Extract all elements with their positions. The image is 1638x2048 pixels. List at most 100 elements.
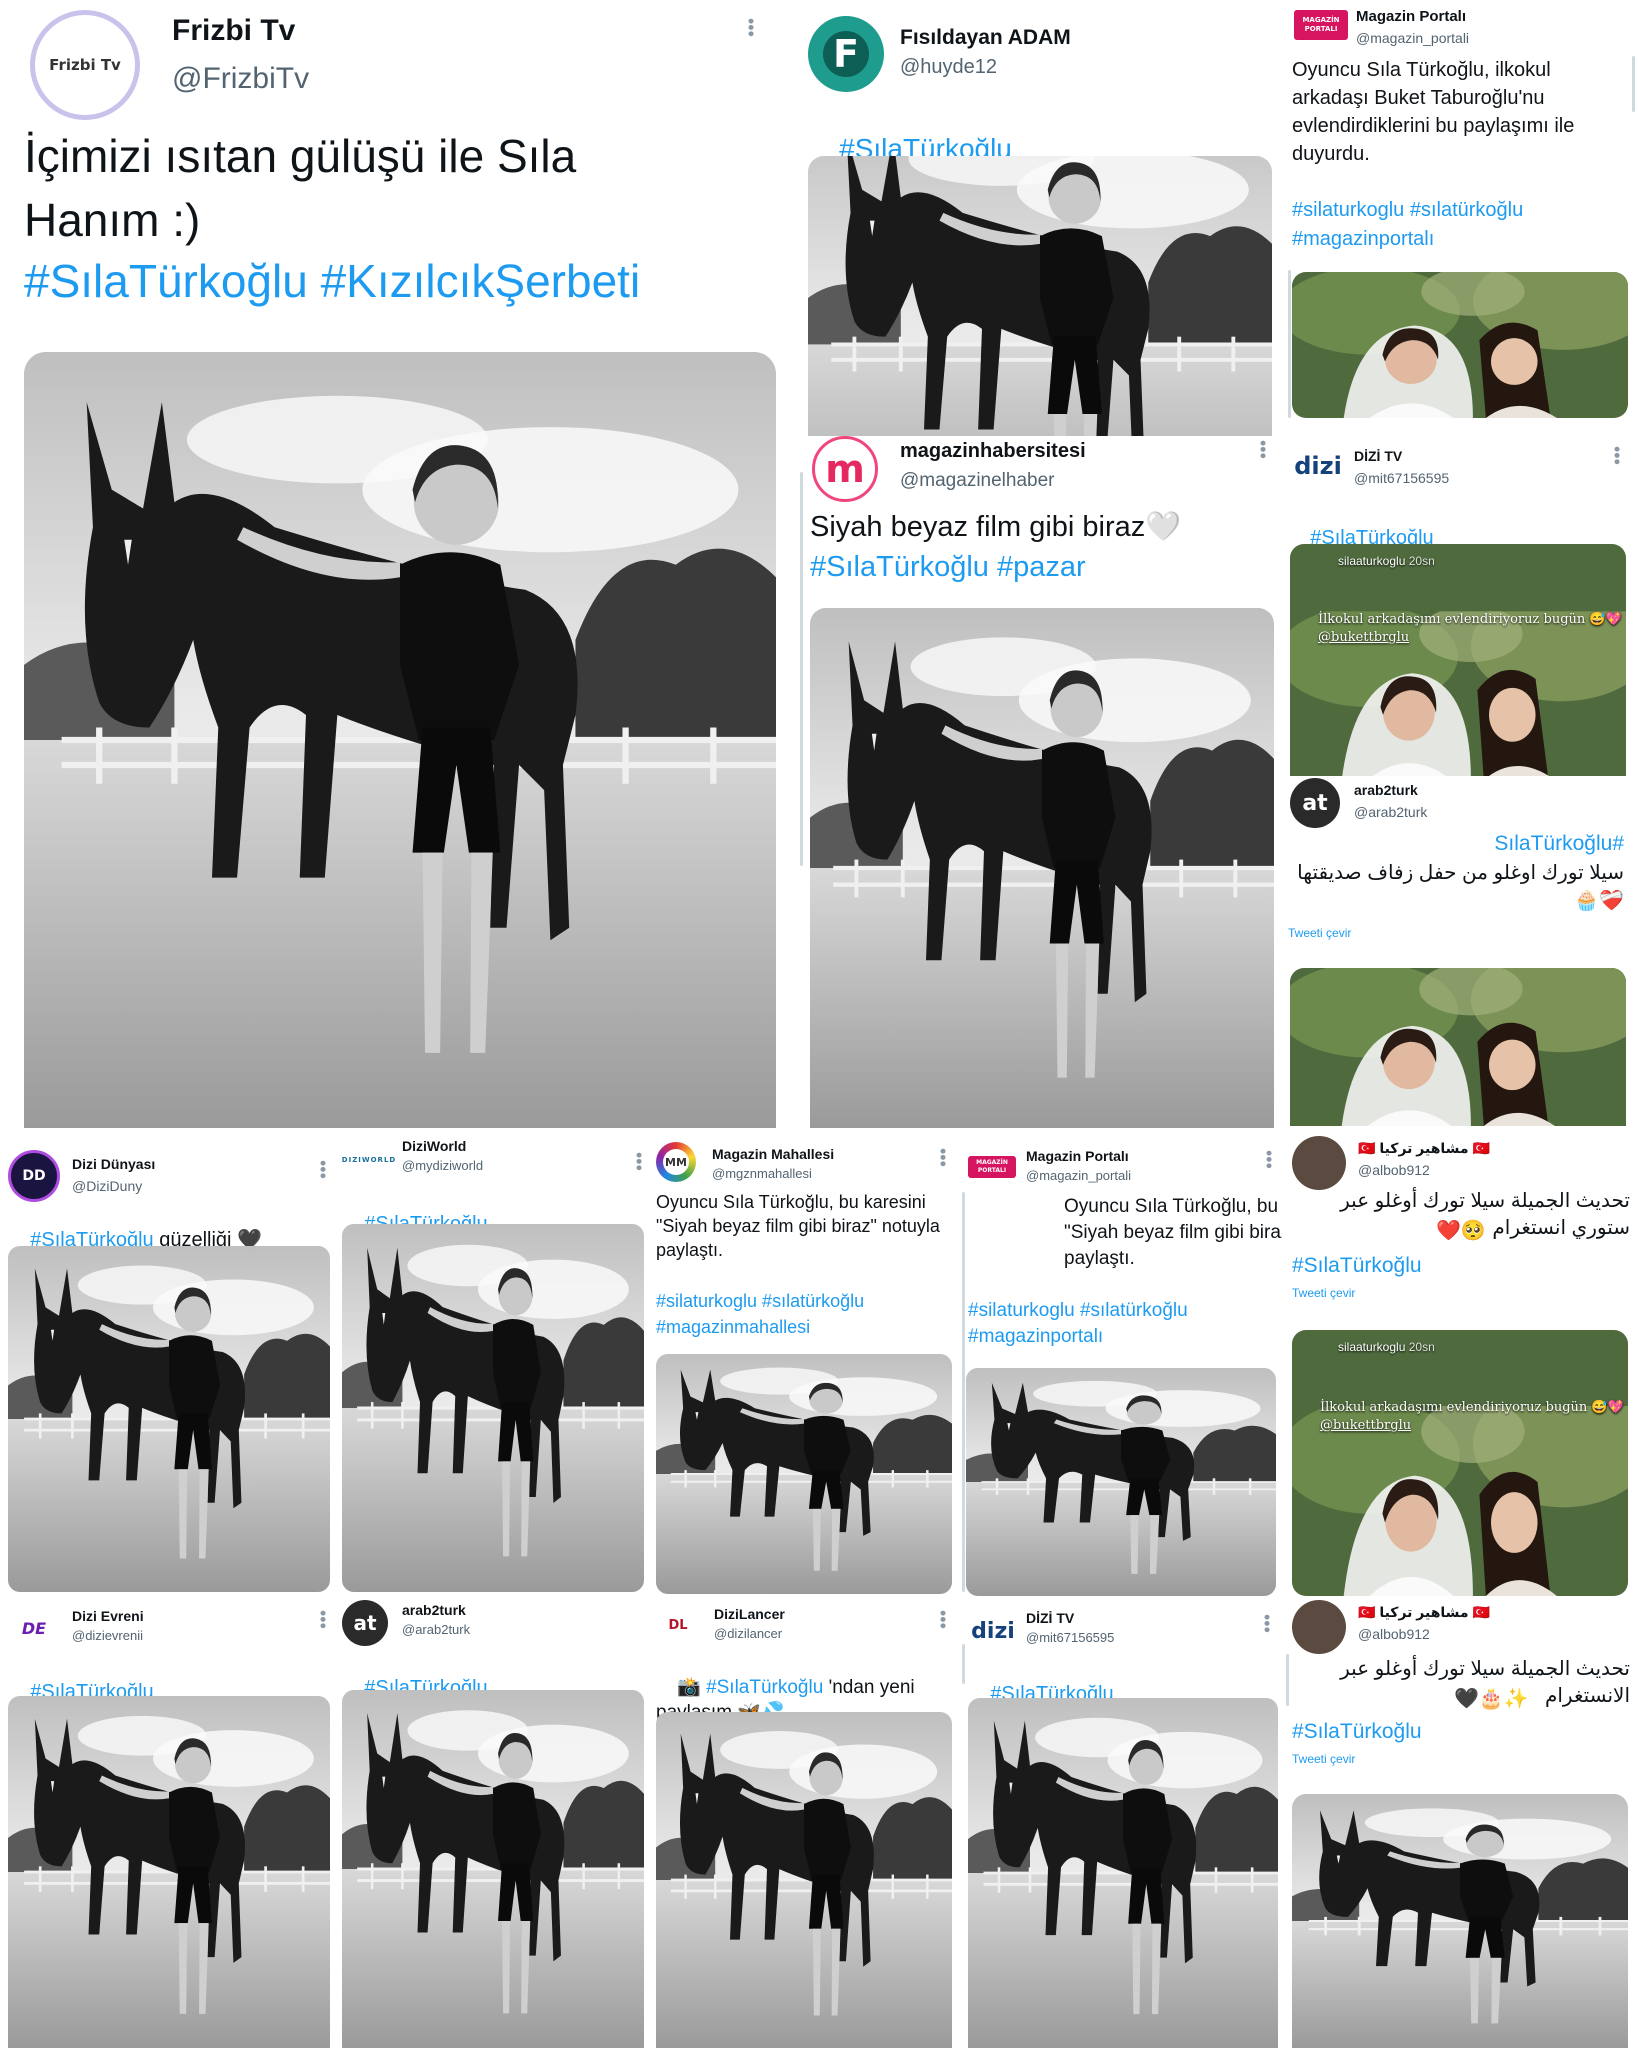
tweet-photo[interactable] — [342, 1690, 644, 2048]
author-handle[interactable]: @magazin_portali — [1026, 1168, 1131, 1183]
avatar[interactable]: MAGAZİN PORTALI — [1294, 10, 1348, 40]
tweet-fisildayan[interactable]: F Fısıldayan ADAM @huyde12 #SılaTürkoğlu… — [800, 0, 1280, 440]
hashtags[interactable]: #silaturkoglu #sılatürkoğlu #magazinmaha… — [656, 1288, 950, 1340]
author-handle[interactable]: @magazin_portali — [1356, 30, 1469, 46]
avatar[interactable]: at — [1290, 778, 1340, 828]
avatar[interactable] — [1292, 1136, 1346, 1190]
more-options-icon[interactable]: ••• — [1607, 446, 1627, 465]
avatar[interactable]: dizi — [968, 1606, 1018, 1656]
more-options-icon[interactable]: ••• — [741, 18, 761, 37]
author-name[interactable]: 🇹🇷 مشاهير تركيا 🇹🇷 — [1358, 1604, 1490, 1621]
author-handle[interactable]: @dizievrenii — [72, 1628, 143, 1643]
tweet-photo[interactable] — [810, 608, 1274, 1128]
more-options-icon[interactable]: ••• — [933, 1610, 953, 1629]
avatar[interactable]: MAGAZİN PORTALI — [968, 1156, 1016, 1178]
author-name[interactable]: Frizbi Tv — [172, 14, 295, 48]
tweet-dizilancer[interactable]: DL DiziLancer @dizilancer ••• 📸 #SılaTür… — [650, 1600, 960, 2048]
tweet-photo[interactable] — [1292, 1330, 1628, 1596]
author-name[interactable]: magazinhabersitesi — [900, 440, 1086, 463]
avatar[interactable]: DD — [8, 1150, 60, 1202]
author-name[interactable]: 🇹🇷 مشاهير تركيا 🇹🇷 — [1358, 1140, 1490, 1157]
tweet-dizi-evreni[interactable]: DE Dizi Evreni @dizievrenii ••• #SılaTür… — [0, 1600, 336, 2048]
tweet-meshahir-2[interactable]: 🇹🇷 مشاهير تركيا 🇹🇷 @albob912 تحديث الجمي… — [1284, 1600, 1638, 2048]
tweet-photo[interactable] — [1292, 1794, 1628, 2048]
tweet-magazinhaber[interactable]: m magazinhabersitesi @magazinelhaber •••… — [800, 436, 1282, 1128]
tweet-photo[interactable] — [8, 1246, 330, 1592]
tweet-photo[interactable] — [808, 156, 1272, 440]
author-name[interactable]: Dizi Evreni — [72, 1608, 144, 1624]
tweet-photo[interactable] — [966, 1368, 1276, 1596]
more-options-icon[interactable]: ••• — [1257, 1614, 1277, 1633]
hashtags[interactable]: #SılaTürkoğlu #KızılcıkŞerbeti — [24, 252, 784, 310]
tweet-photo[interactable] — [1292, 272, 1628, 418]
author-handle[interactable]: @arab2turk — [1354, 804, 1427, 820]
tweet-frizbi[interactable]: Frizbi Tv Frizbi Tv @FrizbiTv ••• İçimiz… — [0, 0, 796, 1128]
avatar[interactable]: MM — [656, 1142, 696, 1182]
tweet-photo[interactable] — [8, 1696, 330, 2048]
author-handle[interactable]: @albob912 — [1358, 1162, 1430, 1178]
avatar[interactable]: DE — [12, 1618, 56, 1638]
avatar[interactable]: at — [342, 1600, 388, 1646]
author-handle[interactable]: @dizilancer — [714, 1626, 782, 1641]
tweet-magazin-portali-1[interactable]: MAGAZİN PORTALI Magazin Portalı @magazin… — [1284, 0, 1638, 428]
tweet-arab2turk-1[interactable]: at arab2turk @arab2turk #SılaTürkoğlu سي… — [1284, 776, 1638, 1126]
avatar[interactable]: m — [812, 436, 878, 502]
tweet-arab2turk-2[interactable]: at arab2turk @arab2turk #SılaTürkoğlu 💛 — [336, 1596, 648, 2048]
more-options-icon[interactable]: ••• — [629, 1152, 648, 1171]
translate-link[interactable]: Tweeti çevir — [1292, 1752, 1355, 1766]
tweet-dizitv-2[interactable]: dizi DİZİ TV @mit67156595 ••• #SılaTürko… — [960, 1600, 1282, 2048]
more-options-icon[interactable]: ••• — [313, 1160, 333, 1179]
author-handle[interactable]: @albob912 — [1358, 1626, 1430, 1642]
hashtag[interactable]: #SılaTürkoğlu — [706, 1677, 823, 1698]
author-name[interactable]: DiziWorld — [402, 1138, 466, 1154]
author-handle[interactable]: @mydiziworld — [402, 1158, 483, 1173]
translate-link[interactable]: Tweeti çevir — [1292, 1286, 1355, 1300]
avatar[interactable]: DIZIWORLD — [340, 1152, 398, 1168]
tweet-photo[interactable] — [24, 352, 776, 1128]
tweet-magazin-mahallesi[interactable]: MM Magazin Mahallesi @mgznmahallesi ••• … — [650, 1136, 960, 1596]
author-handle[interactable]: @FrizbiTv — [172, 62, 309, 96]
hashtags[interactable]: #SılaTürkoğlu #pazar — [810, 548, 1086, 587]
author-handle[interactable]: @magazinelhaber — [900, 470, 1055, 492]
author-handle[interactable]: @huyde12 — [900, 56, 997, 79]
hashtags[interactable]: #silaturkoglu #sılatürkoğlu #magazinport… — [1292, 196, 1612, 254]
more-options-icon[interactable]: ••• — [1259, 1150, 1279, 1169]
tweet-photo[interactable] — [656, 1354, 952, 1594]
tweet-diziworld[interactable]: DIZIWORLD DiziWorld @mydiziworld ••• #Sı… — [336, 1130, 648, 1596]
author-handle[interactable]: @DiziDuny — [72, 1178, 142, 1194]
author-name[interactable]: Magazin Portalı — [1026, 1148, 1129, 1164]
author-name[interactable]: DiziLancer — [714, 1606, 785, 1622]
author-name[interactable]: arab2turk — [402, 1602, 466, 1618]
tweet-magazin-portali-2[interactable]: MAGAZİN PORTALI Magazin Portalı @magazin… — [960, 1136, 1282, 1596]
author-name[interactable]: Fısıldayan ADAM — [900, 26, 1071, 50]
avatar[interactable] — [1292, 1600, 1346, 1654]
avatar[interactable]: DL — [656, 1610, 700, 1640]
author-name[interactable]: DİZİ TV — [1026, 1610, 1074, 1626]
translate-link[interactable]: Tweeti çevir — [1288, 926, 1351, 940]
tweet-meshahir-1[interactable]: 🇹🇷 مشاهير تركيا 🇹🇷 @albob912 تحديث الجمي… — [1284, 1130, 1638, 1600]
hashtag[interactable]: #SılaTürkoğlu — [1292, 1718, 1422, 1746]
hashtags[interactable]: #silaturkoglu #sılatürkoğlu #magazinport… — [968, 1298, 1268, 1350]
tweet-photo[interactable] — [656, 1712, 952, 2048]
author-name[interactable]: Magazin Mahallesi — [712, 1146, 834, 1162]
hashtag[interactable]: #SılaTürkoğlu — [1494, 830, 1624, 858]
author-name[interactable]: DİZİ TV — [1354, 448, 1402, 464]
author-handle[interactable]: @mit67156595 — [1354, 470, 1449, 486]
tweet-photo[interactable] — [342, 1224, 644, 1592]
author-name[interactable]: Dizi Dünyası — [72, 1156, 155, 1172]
more-options-icon[interactable]: ••• — [1253, 440, 1273, 459]
tweet-photo[interactable] — [968, 1698, 1278, 2048]
tweet-photo[interactable] — [1290, 544, 1626, 780]
hashtag[interactable]: #SılaTürkoğlu — [1292, 1252, 1422, 1280]
author-name[interactable]: arab2turk — [1354, 782, 1418, 798]
author-handle[interactable]: @arab2turk — [402, 1622, 470, 1637]
author-name[interactable]: Magazin Portalı — [1356, 8, 1466, 25]
avatar[interactable]: dizi — [1292, 440, 1344, 492]
more-options-icon[interactable]: ••• — [313, 1610, 333, 1629]
tweet-dizi-dunyasi[interactable]: DD Dizi Dünyası @DiziDuny ••• #SılaTürko… — [0, 1140, 336, 1596]
more-options-icon[interactable]: ••• — [933, 1148, 953, 1167]
scrollbar[interactable] — [1632, 56, 1635, 112]
tweet-photo[interactable] — [1290, 968, 1626, 1126]
avatar[interactable]: Frizbi Tv — [30, 10, 140, 120]
avatar[interactable]: F — [808, 16, 884, 92]
